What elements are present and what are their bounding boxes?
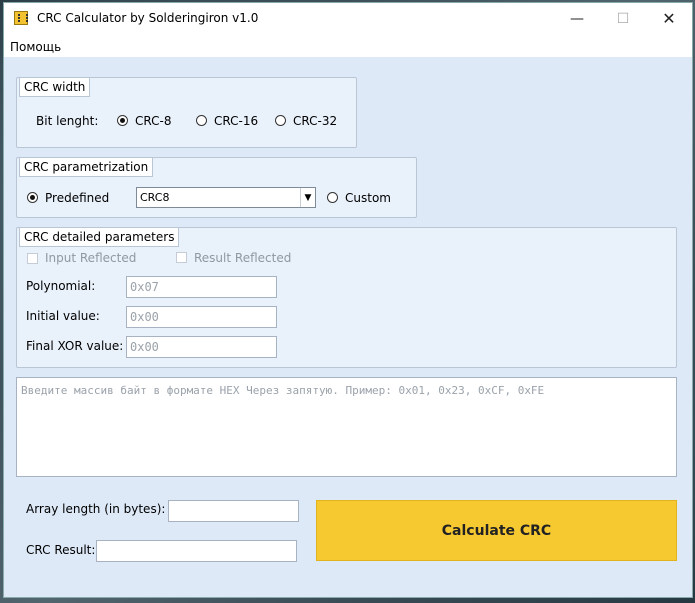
- input-reflected-label: Input Reflected: [45, 251, 137, 265]
- crc16-radio[interactable]: [196, 115, 207, 126]
- crc-details-title: CRC detailed parameters: [19, 227, 180, 247]
- crc32-label[interactable]: CRC-32: [293, 114, 337, 128]
- crc-result-field[interactable]: [96, 540, 297, 562]
- title-bar[interactable]: CRC Calculator by Solderingiron v1.0 — ☐…: [4, 3, 692, 34]
- menu-help[interactable]: Помощь: [10, 40, 61, 54]
- crc32-radio[interactable]: [275, 115, 286, 126]
- hex-input-textarea[interactable]: Введите массив байт в формате HEX Через …: [16, 377, 677, 477]
- bit-length-label: Bit lenght:: [36, 114, 99, 128]
- crc8-label[interactable]: CRC-8: [135, 114, 171, 128]
- close-button[interactable]: ✕: [646, 3, 692, 34]
- predefined-select-value: CRC8: [140, 191, 170, 204]
- crc8-radio[interactable]: [117, 115, 128, 126]
- calculate-crc-button[interactable]: Calculate CRC: [316, 500, 677, 561]
- crc-width-group: CRC width Bit lenght: CRC-8 CRC-16 CRC-3…: [16, 77, 357, 148]
- maximize-button[interactable]: ☐: [600, 3, 646, 34]
- crc-details-group: CRC detailed parameters Input Reflected …: [16, 227, 677, 368]
- menu-bar: Помощь: [4, 37, 692, 57]
- initial-value-label: Initial value:: [26, 309, 100, 323]
- custom-radio[interactable]: [327, 192, 338, 203]
- crc-result-label: CRC Result:: [26, 543, 96, 557]
- window-title: CRC Calculator by Solderingiron v1.0: [37, 11, 259, 25]
- array-length-field[interactable]: [168, 500, 299, 522]
- crc-param-group: CRC parametrization Predefined CRC8 ▼ Cu…: [16, 157, 417, 218]
- result-reflected-label: Result Reflected: [194, 251, 292, 265]
- crc-param-title: CRC parametrization: [19, 157, 154, 177]
- input-reflected-checkbox[interactable]: [27, 253, 38, 264]
- predefined-label[interactable]: Predefined: [45, 191, 109, 205]
- predefined-radio[interactable]: [27, 192, 38, 203]
- chevron-down-icon[interactable]: ▼: [300, 188, 315, 207]
- crc16-label[interactable]: CRC-16: [214, 114, 258, 128]
- final-xor-input[interactable]: 0x00: [126, 336, 277, 358]
- final-xor-label: Final XOR value:: [26, 339, 124, 353]
- initial-value-input[interactable]: 0x00: [126, 306, 277, 328]
- app-window: CRC Calculator by Solderingiron v1.0 — ☐…: [4, 3, 692, 597]
- client-area: CRC width Bit lenght: CRC-8 CRC-16 CRC-3…: [4, 57, 692, 597]
- polynomial-label: Polynomial:: [26, 279, 96, 293]
- result-reflected-checkbox[interactable]: [176, 252, 187, 263]
- app-chip-icon: [14, 11, 28, 25]
- polynomial-input[interactable]: 0x07: [126, 276, 277, 298]
- array-length-label: Array length (in bytes):: [26, 502, 166, 516]
- minimize-button[interactable]: —: [554, 3, 600, 34]
- predefined-select[interactable]: CRC8 ▼: [136, 187, 316, 208]
- crc-width-title: CRC width: [19, 77, 91, 97]
- custom-label[interactable]: Custom: [345, 191, 391, 205]
